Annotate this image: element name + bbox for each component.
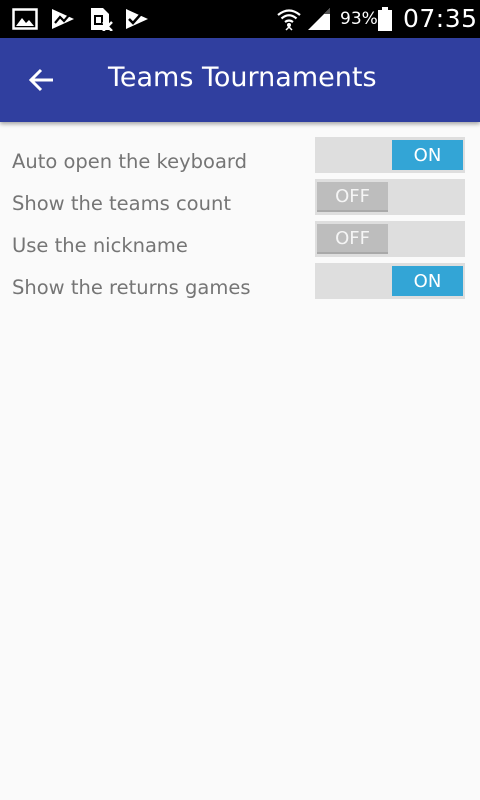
setting-label: Show the returns games: [12, 276, 251, 299]
setting-row-use-nickname: Use the nickname OFF: [0, 220, 480, 262]
check-flag-icon: [126, 9, 148, 29]
toggle-thumb: ON: [392, 140, 463, 170]
status-bar: 93% 07:35: [0, 0, 480, 38]
page-title: Teams Tournaments: [108, 62, 377, 93]
setting-row-show-returns-games: Show the returns games ON: [0, 262, 480, 304]
signal-icon: [308, 8, 330, 30]
sim-error-icon: [91, 8, 113, 31]
settings-list: Auto open the keyboard ON Show the teams…: [0, 136, 480, 304]
battery-icon: [378, 7, 392, 31]
toggle-thumb: OFF: [317, 182, 388, 212]
trending-icon: [52, 9, 74, 29]
battery-percent: 93%: [340, 9, 378, 29]
screen: 93% 07:35 Teams Tournaments Auto open th…: [0, 0, 480, 800]
setting-label: Use the nickname: [12, 234, 188, 257]
toggle-thumb: OFF: [317, 224, 388, 254]
image-icon: [12, 8, 38, 30]
setting-label: Auto open the keyboard: [12, 150, 247, 173]
app-bar: Teams Tournaments: [0, 38, 480, 122]
setting-label: Show the teams count: [12, 192, 231, 215]
auto-open-keyboard-toggle[interactable]: ON: [315, 137, 465, 173]
use-nickname-toggle[interactable]: OFF: [315, 221, 465, 257]
arrow-back-icon: [28, 68, 53, 92]
show-returns-games-toggle[interactable]: ON: [315, 263, 465, 299]
clock: 07:35: [403, 4, 478, 33]
toggle-thumb: ON: [392, 266, 463, 296]
setting-row-show-teams-count: Show the teams count OFF: [0, 178, 480, 220]
show-teams-count-toggle[interactable]: OFF: [315, 179, 465, 215]
back-button[interactable]: [18, 58, 66, 102]
wifi-icon: [277, 9, 301, 31]
setting-row-auto-open-keyboard: Auto open the keyboard ON: [0, 136, 480, 178]
